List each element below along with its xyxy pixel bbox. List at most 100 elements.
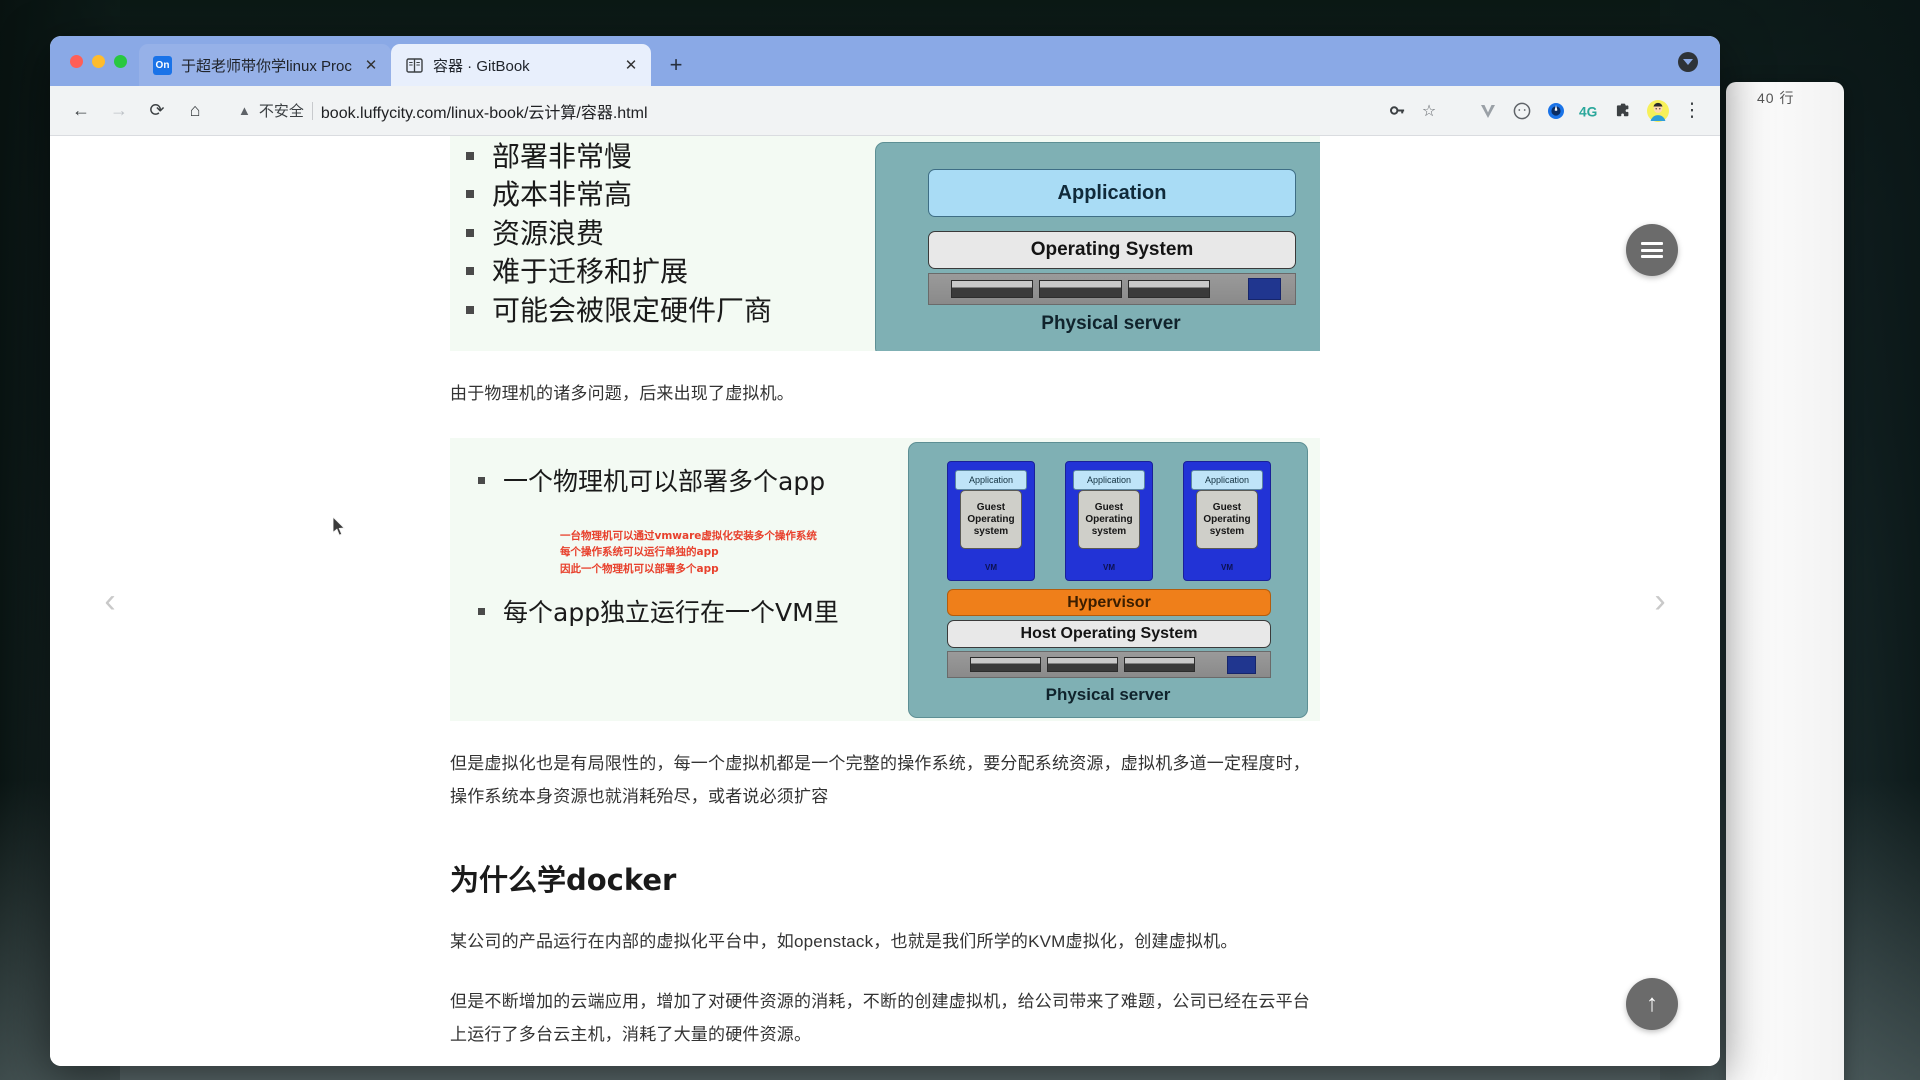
guest-line-3: system (973, 526, 1009, 538)
page-content: 部署非常慢 成本非常高 资源浪费 难于迁移和扩展 可能会被限定硬件厂商 Appl… (50, 136, 1720, 1066)
content-column: 部署非常慢 成本非常高 资源浪费 难于迁移和扩展 可能会被限定硬件厂商 Appl… (450, 136, 1320, 1066)
clock-icon[interactable] (1508, 97, 1536, 125)
not-secure-warning-icon: ▲ (238, 103, 251, 118)
processon-favicon-icon: On (153, 55, 172, 75)
tab-strip: On 于超老师带你学linux ProcessOn ✕ 容器 · GitBook (50, 36, 1720, 86)
guest-line-1: Guest (1094, 501, 1124, 513)
red-note-line: 因此一个物理机可以部署多个app (560, 562, 719, 575)
maximize-window-button[interactable] (114, 54, 127, 68)
4g-icon[interactable]: 4G (1576, 97, 1604, 125)
address-bar-divider (311, 101, 313, 120)
virtual-machine-slide-image: 一个物理机可以部署多个app 一台物理机可以通过vmware虚拟化安装多个操作系… (450, 438, 1320, 722)
bookmark-star-icon[interactable]: ☆ (1414, 96, 1444, 126)
address-bar-actions: ☆ (1382, 96, 1446, 126)
forward-button[interactable]: → (102, 94, 136, 128)
vm-label: VM (1221, 562, 1233, 572)
slide1-bullet-list: 部署非常慢 成本非常高 资源浪费 难于迁移和扩展 可能会被限定硬件厂商 (466, 142, 846, 334)
list-item: 难于迁移和扩展 (466, 255, 846, 289)
new-tab-button[interactable]: + (659, 48, 693, 82)
security-status-label: 不安全 (258, 103, 304, 120)
chrome-menu-button[interactable]: ⋮ (1678, 97, 1706, 125)
tab-title: 容器 · GitBook (433, 57, 530, 75)
tab-processon[interactable]: On 于超老师带你学linux ProcessOn ✕ (139, 44, 391, 86)
vm-label: VM (985, 562, 997, 572)
rack-bay (970, 657, 1042, 673)
list-item-label: 难于迁移和扩展 (492, 255, 689, 289)
list-item: 每个app独立运行在一个VM里 (478, 593, 878, 629)
red-note-line: 一台物理机可以通过vmware虚拟化安装多个操作系统 (560, 530, 817, 543)
list-item: 一个物理机可以部署多个app (478, 462, 878, 498)
guest-line-2: Operating (967, 513, 1015, 525)
diagram-hypervisor-box: Hypervisor (947, 589, 1271, 617)
background-window-line-count: 40 行 (1757, 90, 1795, 106)
vimium-icon[interactable] (1474, 97, 1502, 125)
red-note-line: 每个操作系统可以运行单独的app (560, 546, 719, 559)
bullet-square-icon (478, 608, 485, 616)
reload-button[interactable]: ⟳ (140, 94, 174, 128)
bullet-square-icon (466, 305, 474, 314)
virtualization-diagram: Application Guest Operating system VM Ap… (908, 442, 1308, 719)
key-icon[interactable] (1382, 96, 1412, 126)
tab-close-icon[interactable]: ✕ (361, 55, 381, 75)
paragraph-intro-vm: 由于物理机的诸多问题，后来出现了虚拟机。 (450, 384, 794, 403)
red-annotation-note: 一台物理机可以通过vmware虚拟化安装多个操作系统 每个操作系统可以运行单独的… (560, 528, 817, 577)
vm-box: Application Guest Operating system VM (1065, 461, 1153, 582)
close-window-button[interactable] (70, 54, 83, 68)
list-item: 成本非常高 (466, 178, 846, 212)
rack-bay (1127, 280, 1210, 298)
vm-box: Application Guest Operating system VM (947, 461, 1035, 582)
list-item-label: 成本非常高 (492, 178, 633, 212)
tab-gitbook[interactable]: 容器 · GitBook ✕ (391, 44, 651, 86)
vm-guest-os-box: Guest Operating system (1078, 490, 1140, 550)
tab-title: 于超老师带你学linux ProcessOn (181, 57, 352, 75)
guest-line-3: system (1091, 526, 1127, 538)
rack-bay (951, 280, 1034, 298)
diagram-rack-server (947, 651, 1271, 679)
svg-text:4G: 4G (1579, 104, 1597, 119)
home-button[interactable]: ⌂ (178, 94, 212, 128)
diagram-caption: Physical server (1041, 313, 1181, 334)
diagram-caption: Physical server (1045, 685, 1171, 705)
list-item-label: 每个app独立运行在一个VM里 (503, 598, 839, 628)
section-heading-why-docker: 为什么学docker (450, 863, 677, 898)
diagram-application-box: Application (928, 169, 1296, 217)
slide2-bullet-list: 一个物理机可以部署多个app (478, 462, 878, 498)
diagram-host-os-box: Host Operating System (947, 620, 1271, 649)
paragraph-cloud-growth: 但是不断增加的云端应用，增加了对硬件资源的消耗，不断的创建虚拟机，给公司带来了难… (450, 991, 1310, 1044)
physical-server-slide-image: 部署非常慢 成本非常高 资源浪费 难于迁移和扩展 可能会被限定硬件厂商 Appl… (450, 136, 1320, 351)
rack-blue-module (1227, 655, 1257, 674)
vm-guest-os-box: Guest Operating system (1196, 490, 1258, 550)
back-button[interactable]: ← (64, 94, 98, 128)
bullet-square-icon (466, 152, 474, 160)
bullet-square-icon (478, 477, 485, 485)
paragraph-vm-limitations: 但是虚拟化也是有局限性的，每一个虚拟机都是一个完整的操作系统，要分配系统资源，虚… (450, 754, 1310, 807)
slide2-bullet-list-2: 每个app独立运行在一个VM里 (478, 593, 878, 629)
vm-application-box: Application (954, 470, 1028, 491)
vm-guest-os-box: Guest Operating system (960, 490, 1022, 550)
guest-line-3: system (1209, 526, 1245, 538)
avatar-icon[interactable] (1644, 97, 1672, 125)
puzzle-icon[interactable] (1610, 97, 1638, 125)
list-item-label: 资源浪费 (492, 216, 605, 250)
compass-icon[interactable] (1542, 97, 1570, 125)
guest-line-2: Operating (1085, 513, 1133, 525)
extension-icons: 4G ⋮ (1464, 97, 1706, 125)
list-item: 部署非常慢 (466, 142, 846, 171)
list-item: 资源浪费 (466, 216, 846, 250)
desktop-background: 40 行 On 于超老师带你学linux ProcessOn ✕ (0, 0, 1920, 1080)
rack-bay (1039, 280, 1122, 298)
list-item-label: 可能会被限定硬件厂商 (492, 293, 773, 327)
list-item-label: 一个物理机可以部署多个app (503, 467, 826, 497)
window-profile-chevron-icon[interactable] (1678, 52, 1698, 72)
browser-toolbar: ← → ⟳ ⌂ ▲ 不安全 book.luffycity.com/linux-b… (50, 86, 1720, 136)
minimize-window-button[interactable] (92, 54, 105, 68)
guest-line-2: Operating (1203, 513, 1251, 525)
book-icon (405, 56, 424, 75)
vm-application-box: Application (1072, 470, 1146, 491)
rack-blue-module (1247, 278, 1281, 300)
vm-label: VM (1103, 562, 1115, 572)
tab-close-icon[interactable]: ✕ (621, 55, 641, 75)
paragraph-openstack: 某公司的产品运行在内部的虚拟化平台中，如openstack，也就是我们所学的KV… (450, 932, 1238, 952)
address-bar[interactable]: ▲ 不安全 book.luffycity.com/linux-book/云计算/… (224, 93, 1460, 128)
background-window-panel[interactable] (1726, 82, 1844, 1080)
